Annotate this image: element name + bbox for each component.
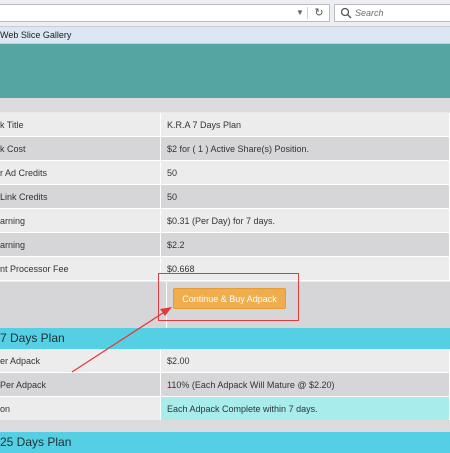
row-label: k Title (0, 113, 161, 137)
row-label: er Adpack (0, 349, 161, 373)
table-row: arning $2.2 (0, 232, 450, 257)
plan-details-table: k Title K.R.A 7 Days Plan k Cost $2 for … (0, 113, 450, 281)
row-value: $0.31 (Per Day) for 7 days. (160, 208, 450, 233)
table-row: on Each Adpack Complete within 7 days. (0, 396, 450, 421)
row-label: nt Processor Fee (0, 256, 161, 281)
row-label: arning (0, 232, 161, 257)
row-value: Each Adpack Complete within 7 days. (160, 396, 450, 421)
section-title: 7 Days Plan (0, 331, 65, 345)
row-value: $2.00 (160, 349, 450, 373)
annotation-highlight-box (158, 273, 299, 321)
table-row: Per Adpack 110% (Each Adpack Will Mature… (0, 372, 450, 397)
address-bar[interactable]: ▼ ↻ (0, 4, 330, 22)
address-bar-divider (307, 7, 308, 19)
favorites-bar: Web Slice Gallery (0, 27, 450, 44)
url-dropdown-icon[interactable]: ▼ (293, 7, 307, 19)
table-row: k Title K.R.A 7 Days Plan (0, 113, 450, 137)
table-row: er Adpack $2.00 (0, 349, 450, 373)
table-row: arning $0.31 (Per Day) for 7 days. (0, 208, 450, 233)
table-row: k Cost $2 for ( 1 ) Active Share(s) Posi… (0, 136, 450, 161)
row-value: 50 (160, 160, 450, 185)
search-icon (340, 7, 352, 19)
page-banner (0, 44, 450, 98)
search-input[interactable] (355, 5, 445, 21)
section-title: 25 Days Plan (0, 435, 72, 449)
divider-strip (0, 420, 450, 432)
favorite-web-slice-gallery[interactable]: Web Slice Gallery (0, 29, 71, 41)
row-value: 50 (160, 184, 450, 209)
row-value: K.R.A 7 Days Plan (160, 113, 450, 137)
browser-toolbar: ▼ ↻ (0, 0, 450, 27)
row-label: r Ad Credits (0, 160, 161, 185)
section-header-7-days: 7 Days Plan (0, 328, 450, 349)
search-box[interactable] (334, 4, 450, 22)
row-value: $2.2 (160, 232, 450, 257)
plan-summary-table: er Adpack $2.00 Per Adpack 110% (Each Ad… (0, 349, 450, 421)
divider-strip (0, 98, 450, 112)
table-row: Link Credits 50 (0, 184, 450, 209)
row-label: Per Adpack (0, 372, 161, 397)
row-label: k Cost (0, 136, 161, 161)
row-label: arning (0, 208, 161, 233)
refresh-icon[interactable]: ↻ (311, 6, 327, 20)
row-label: Link Credits (0, 184, 161, 209)
table-row: r Ad Credits 50 (0, 160, 450, 185)
row-value: $2 for ( 1 ) Active Share(s) Position. (160, 136, 450, 161)
row-label: on (0, 396, 161, 421)
row-value: 110% (Each Adpack Will Mature @ $2.20) (160, 372, 450, 397)
